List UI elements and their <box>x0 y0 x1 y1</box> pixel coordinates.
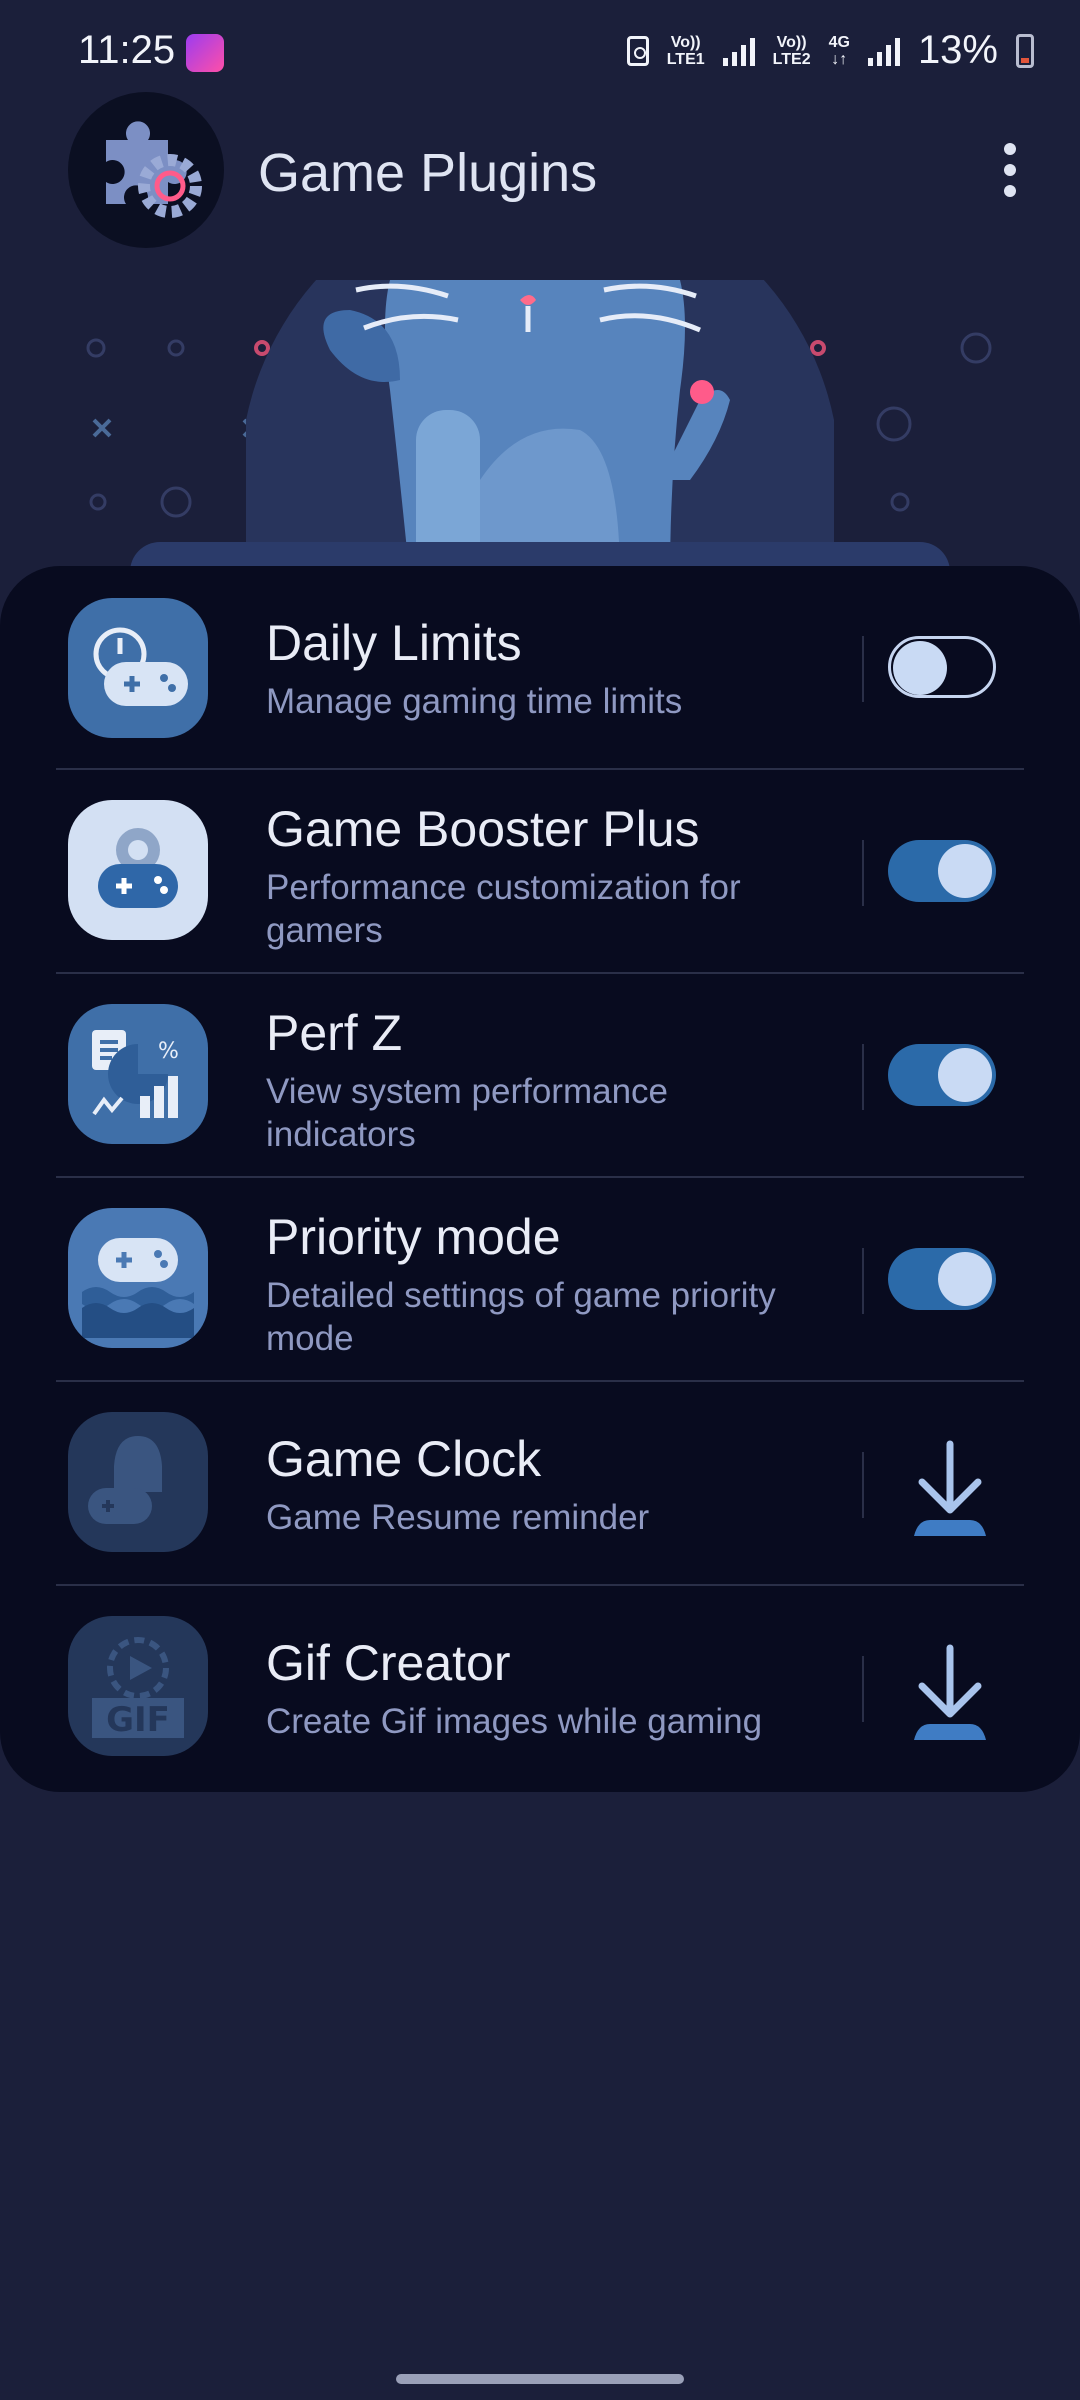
battery-saver-icon <box>626 35 649 66</box>
game-clock-icon <box>68 1412 208 1552</box>
row-separator <box>862 1452 864 1518</box>
row-separator <box>862 840 864 906</box>
plugin-row-perf-z[interactable]: % Perf Z View system performance indicat… <box>0 974 1080 1178</box>
plugin-name: Daily Limits <box>266 615 522 671</box>
plugin-description: Performance customization for gamers <box>266 868 741 950</box>
perf-z-icon: % <box>68 1004 208 1144</box>
plugin-row-game-booster-plus[interactable]: Game Booster Plus Performance customizat… <box>0 770 1080 974</box>
battery-icon <box>1016 33 1034 68</box>
plugin-name: Priority mode <box>266 1209 561 1265</box>
daily-limits-toggle[interactable] <box>888 636 996 698</box>
plugin-description: Game Resume reminder <box>266 1498 650 1537</box>
perf-z-toggle[interactable] <box>888 1044 996 1106</box>
data-arrows-icon: ↓↑ <box>831 50 848 68</box>
game-clock-download-button[interactable] <box>900 1436 1000 1546</box>
plugin-row-priority-mode[interactable]: Priority mode Detailed settings of game … <box>0 1178 1080 1382</box>
more-options-button[interactable] <box>980 130 1040 210</box>
status-indicators: Vo)) LTE1 Vo)) LTE2 4G ↓↑ 13% <box>626 28 1034 73</box>
plugin-name: Perf Z <box>266 1005 403 1061</box>
plugin-description: Detailed settings of game priority mode <box>266 1276 776 1358</box>
gif-icon-text: GIF <box>106 1700 170 1740</box>
priority-mode-toggle[interactable] <box>888 1248 996 1310</box>
plugin-description: Manage gaming time limits <box>266 682 683 721</box>
signal-sim1-icon <box>722 36 755 66</box>
signal-sim2-icon <box>867 36 900 66</box>
download-icon <box>914 1440 986 1536</box>
plugin-description: Create Gif images while gaming <box>266 1702 763 1741</box>
sim2-lte: LTE2 <box>772 50 811 68</box>
battery-percent: 13% <box>917 28 998 72</box>
status-time: 11:25 <box>78 28 176 72</box>
sim1-lte: LTE1 <box>666 50 705 68</box>
notification-app-icon <box>186 34 224 72</box>
network-type-label: 4G <box>828 33 850 51</box>
plugin-list: Daily Limits Manage gaming time limits G… <box>0 566 1080 1792</box>
home-indicator[interactable] <box>396 2374 684 2384</box>
plugin-row-daily-limits[interactable]: Daily Limits Manage gaming time limits <box>0 566 1080 770</box>
sim1-label: Vo)) LTE1 <box>667 34 705 68</box>
plugin-name: Game Clock <box>266 1431 542 1487</box>
toggle-knob <box>893 641 947 695</box>
gif-creator-download-button[interactable] <box>900 1640 1000 1750</box>
gif-creator-icon: GIF <box>68 1616 208 1756</box>
plugin-name: Gif Creator <box>266 1635 511 1691</box>
toggle-knob <box>938 1252 992 1306</box>
daily-limits-icon <box>68 598 208 738</box>
row-separator <box>862 1044 864 1110</box>
row-separator <box>862 1656 864 1722</box>
plugin-name: Game Booster Plus <box>266 801 700 857</box>
plugin-row-game-clock[interactable]: Game Clock Game Resume reminder <box>0 1382 1080 1586</box>
app-header: Game Plugins <box>0 90 1080 250</box>
plugin-row-gif-creator[interactable]: GIF Gif Creator Create Gif images while … <box>0 1586 1080 1790</box>
page-title: Game Plugins <box>258 143 598 203</box>
plugin-description: View system performance indicators <box>266 1072 669 1154</box>
row-separator <box>862 1248 864 1314</box>
network-type: 4G ↓↑ <box>829 34 850 68</box>
svg-text:%: % <box>158 1039 179 1064</box>
toggle-knob <box>938 1048 992 1102</box>
sim2-label: Vo)) LTE2 <box>773 34 811 68</box>
download-icon <box>914 1644 986 1740</box>
priority-mode-icon <box>68 1208 208 1348</box>
game-plugins-logo-icon <box>68 92 224 248</box>
sim1-volte: Vo)) <box>670 33 701 51</box>
game-booster-plus-icon <box>68 800 208 940</box>
game-booster-plus-toggle[interactable] <box>888 840 996 902</box>
sim2-volte: Vo)) <box>776 33 807 51</box>
hero-illustration <box>0 280 1080 580</box>
row-separator <box>862 636 864 702</box>
toggle-knob <box>938 844 992 898</box>
